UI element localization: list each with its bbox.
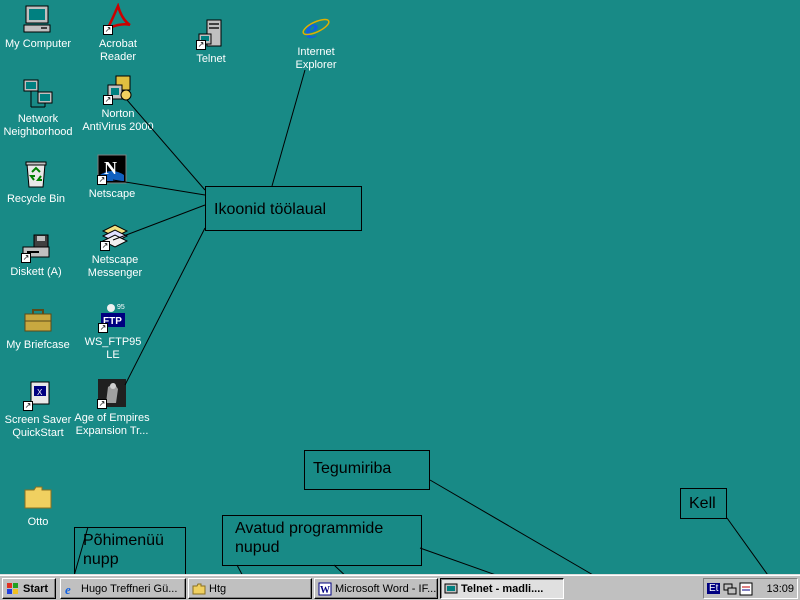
desktop-icon-ws-ftp95[interactable]: FTP 95 ↗ WS_FTP95 LE: [73, 300, 153, 362]
desktop-icon-my-briefcase[interactable]: My Briefcase: [0, 303, 78, 352]
floppy-drive-icon: ↗: [19, 230, 53, 264]
acrobat-icon: ↗: [101, 2, 135, 36]
ftp-icon: FTP 95 ↗: [96, 300, 130, 334]
start-button[interactable]: Start: [2, 578, 56, 599]
taskbar: Start e Hugo Treffneri Gü... Htg W Micro…: [0, 574, 800, 600]
folder-icon: [21, 480, 55, 514]
icon-label: Network Neighborhood: [3, 113, 73, 138]
desktop-icon-norton-antivirus[interactable]: ↗ Norton AntiVirus 2000: [78, 72, 158, 134]
icon-label: Netscape: [88, 188, 136, 200]
desktop-icon-netscape[interactable]: N ↗ Netscape: [72, 152, 152, 201]
desktop-icon-screen-saver-quickstart[interactable]: X ↗ Screen Saver QuickStart: [0, 378, 78, 440]
windows-logo-icon: [7, 582, 18, 594]
svg-text:W: W: [320, 585, 330, 596]
shortcut-arrow-icon: ↗: [103, 25, 113, 35]
taskbar-button-label: Microsoft Word - IF...: [335, 582, 437, 595]
shortcut-arrow-icon: ↗: [21, 253, 31, 263]
icon-label: Otto: [27, 516, 49, 528]
screensaver-icon: X ↗: [21, 378, 55, 412]
icon-label: My Briefcase: [6, 339, 70, 351]
icon-label: My Computer: [4, 38, 72, 50]
age-of-empires-icon: ↗: [95, 376, 129, 410]
shortcut-arrow-icon: ↗: [98, 323, 108, 333]
icon-label: Netscape Messenger: [87, 254, 143, 279]
taskbar-button-telnet[interactable]: Telnet - madli....: [440, 578, 564, 599]
desktop-icon-age-of-empires[interactable]: ↗ Age of Empires Expansion Tr...: [72, 376, 152, 438]
briefcase-icon: [21, 303, 55, 337]
messenger-icon: ↗: [98, 218, 132, 252]
computer-icon: [21, 2, 55, 36]
icon-label: Acrobat Reader: [99, 38, 137, 63]
callout-open-program-buttons: Avatud programmide nupud: [222, 515, 422, 566]
icon-label: Age of Empires Expansion Tr...: [74, 412, 150, 437]
shortcut-arrow-icon: ↗: [196, 40, 206, 50]
icon-label: Norton AntiVirus 2000: [82, 108, 154, 133]
callout-desktop-icons: Ikoonid töölaual: [205, 186, 362, 231]
desktop-icon-internet-explorer[interactable]: e Internet Explorer: [276, 10, 356, 72]
netscape-icon: N ↗: [95, 152, 129, 186]
ie-icon: e: [65, 582, 71, 596]
word-icon: W: [318, 582, 332, 596]
svg-text:e: e: [65, 582, 71, 596]
clock[interactable]: 13:09: [766, 583, 794, 595]
desktop-icon-netscape-messenger[interactable]: ↗ Netscape Messenger: [75, 218, 155, 280]
tray-network-icon[interactable]: [723, 582, 737, 596]
taskbar-button-htg[interactable]: Htg: [188, 578, 312, 599]
icon-label: Internet Explorer: [295, 46, 337, 71]
icon-label: Recycle Bin: [6, 193, 66, 205]
taskbar-button-label: Telnet - madli....: [461, 582, 544, 595]
icon-label: WS_FTP95 LE: [84, 336, 142, 361]
shortcut-arrow-icon: ↗: [103, 95, 113, 105]
folder-icon: [192, 583, 206, 594]
norton-icon: ↗: [101, 72, 135, 106]
shortcut-arrow-icon: ↗: [23, 401, 33, 411]
shortcut-arrow-icon: ↗: [97, 175, 107, 185]
network-icon: [21, 77, 55, 111]
desktop-icon-recycle-bin[interactable]: Recycle Bin: [0, 157, 76, 206]
internet-explorer-icon: e: [299, 10, 333, 44]
desktop-icon-my-computer[interactable]: My Computer: [0, 2, 78, 51]
icon-label: Diskett (A): [10, 266, 62, 278]
desktop-icon-network-neighborhood[interactable]: Network Neighborhood: [0, 77, 78, 139]
svg-text:X: X: [37, 388, 43, 397]
taskbar-button-hugo-treffneri[interactable]: e Hugo Treffneri Gü...: [60, 578, 186, 599]
desktop-icon-diskett-a[interactable]: ↗ Diskett (A): [0, 230, 76, 279]
system-tray: Et 13:09: [703, 578, 798, 599]
callout-clock: Kell: [680, 488, 727, 519]
telnet-icon: [444, 583, 458, 593]
telnet-icon: ↗: [194, 17, 228, 51]
svg-text:95: 95: [117, 304, 125, 311]
desktop-icon-acrobat-reader[interactable]: ↗ Acrobat Reader: [78, 2, 158, 64]
desktop-icon-telnet[interactable]: ↗ Telnet: [171, 17, 251, 66]
icon-label: Telnet: [196, 53, 226, 65]
callout-taskbar: Tegumiriba: [304, 450, 430, 490]
language-indicator[interactable]: Et: [707, 583, 721, 594]
desktop-icon-otto[interactable]: Otto: [0, 480, 78, 529]
shortcut-arrow-icon: ↗: [97, 399, 107, 409]
tray-scheduler-icon[interactable]: [739, 582, 753, 596]
taskbar-button-label: Htg: [209, 582, 227, 595]
callout-start-button: Põhimenüü nupp: [74, 527, 186, 579]
shortcut-arrow-icon: ↗: [100, 241, 110, 251]
icon-label: Screen Saver QuickStart: [4, 414, 72, 439]
start-label: Start: [23, 582, 49, 595]
recycle-bin-icon: [19, 157, 53, 191]
taskbar-button-microsoft-word[interactable]: W Microsoft Word - IF...: [314, 578, 438, 599]
taskbar-button-label: Hugo Treffneri Gü...: [81, 582, 178, 595]
